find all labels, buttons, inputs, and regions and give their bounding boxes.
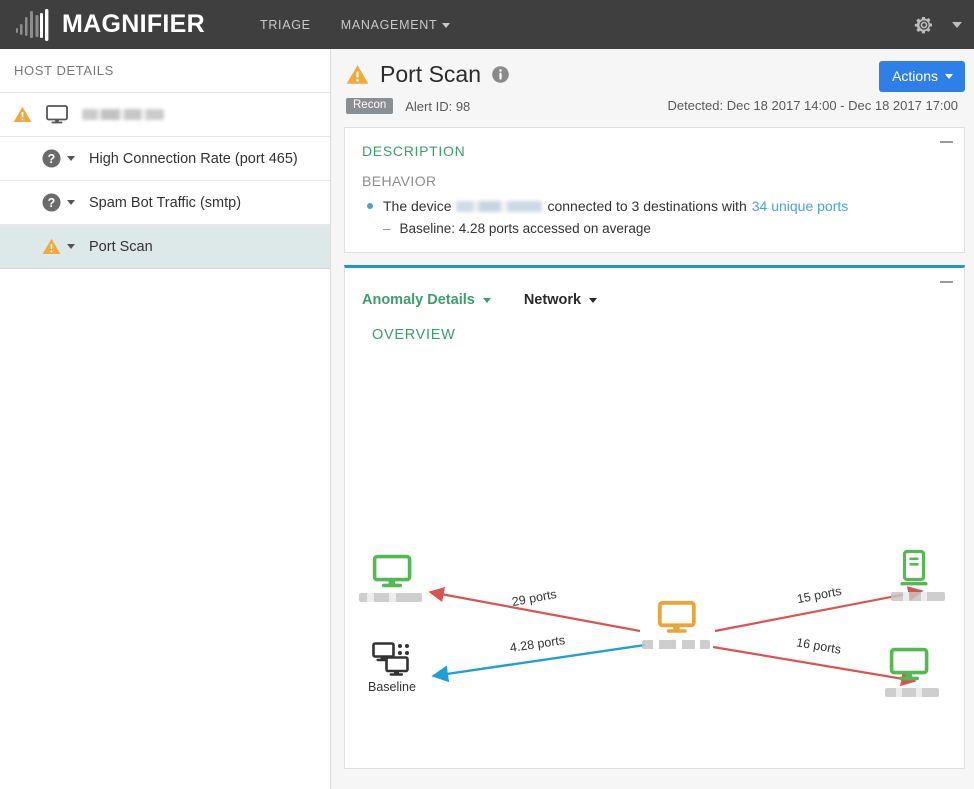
tab-network-label: Network (523, 292, 582, 308)
brand-title: MAGNIFIER (62, 10, 205, 38)
warning-triangle-icon (42, 238, 61, 255)
sidebar: HOST DETAILS ? High Connection Rate (por… (0, 49, 331, 789)
sidebar-item-high-connection-rate[interactable]: ? High Connection Rate (port 465) (0, 137, 330, 181)
nav-right-controls (914, 0, 962, 49)
chevron-down-icon[interactable] (67, 156, 75, 161)
diagram-node-dest2[interactable] (891, 549, 945, 602)
edge-source-to-dest1: 29 ports (428, 586, 641, 633)
bullet-dot-icon (367, 203, 373, 209)
unique-ports-link[interactable]: 34 unique ports (752, 198, 849, 214)
chevron-down-icon[interactable] (67, 244, 75, 249)
tab-network[interactable]: Network (523, 292, 598, 310)
svg-text:?: ? (48, 152, 56, 166)
edge-label: 16 ports (795, 635, 842, 656)
monitor-icon (46, 105, 68, 124)
info-circle-icon[interactable] (492, 66, 509, 83)
actions-button[interactable]: Actions (879, 61, 965, 92)
sidebar-item-spam-bot-traffic[interactable]: ? Spam Bot Traffic (smtp) (0, 181, 330, 225)
behavior-sub-bullet: – Baseline: 4.28 ports accessed on avera… (345, 214, 964, 236)
warning-triangle-icon (13, 106, 32, 123)
description-card-title: DESCRIPTION (362, 143, 466, 159)
edge-label: 4.28 ports (509, 633, 566, 655)
baseline-text: Baseline: 4.28 ports accessed on average (399, 221, 651, 236)
behavior-label: BEHAVIOR (362, 173, 437, 189)
description-card: DESCRIPTION BEHAVIOR The device connecte… (344, 127, 965, 253)
sidebar-header: HOST DETAILS (0, 49, 330, 93)
sub-bullet-dash: – (383, 221, 391, 236)
bullet-prefix: The device (383, 198, 452, 214)
node-label-redacted (891, 592, 945, 601)
detected-timerange: Detected: Dec 18 2017 14:00 - Dec 18 201… (667, 98, 958, 113)
bullet-middle: connected to 3 destinations with (547, 198, 747, 214)
nav-link-triage[interactable]: TRIAGE (260, 18, 311, 32)
page-meta-row: Recon Alert ID: 98 Detected: Dec 18 2017… (346, 97, 958, 115)
sidebar-host-row[interactable] (0, 93, 330, 137)
chevron-down-icon (482, 297, 491, 303)
edge-source-to-baseline: 4.28 ports (431, 633, 646, 683)
chevron-down-icon[interactable] (67, 200, 75, 205)
nav-link-management-label: MANAGEMENT (340, 17, 438, 32)
sidebar-item-label: Spam Bot Traffic (smtp) (89, 194, 242, 211)
page-title: Port Scan (380, 61, 481, 87)
main-content: Port Scan Actions Recon Alert ID: 98 Det… (332, 49, 974, 789)
minus-icon[interactable] (940, 141, 953, 143)
page-header: Port Scan Actions Recon Alert ID: 98 Det… (332, 49, 974, 115)
sidebar-item-label: High Connection Rate (port 465) (89, 150, 298, 167)
question-circle-icon: ? (42, 193, 61, 212)
chevron-down-icon (945, 73, 953, 79)
magnifier-waveform-logo-icon (16, 8, 49, 41)
nav-links: TRIAGE MANAGEMENT (260, 18, 480, 32)
page-title-row: Port Scan (346, 63, 958, 86)
baseline-node-label: Baseline (368, 680, 416, 694)
diagram-node-dest3[interactable] (885, 647, 939, 697)
diagram-node-baseline[interactable]: Baseline (368, 642, 416, 695)
tab-bar: Anomaly Details Network (345, 268, 964, 310)
host-name-redacted (82, 109, 164, 120)
tab-anomaly-details-label: Anomaly Details (362, 292, 475, 308)
tab-anomaly-details[interactable]: Anomaly Details (362, 292, 491, 310)
svg-text:?: ? (48, 196, 56, 210)
warning-triangle-icon (346, 65, 369, 84)
server-icon (900, 549, 928, 586)
diagram-node-source[interactable] (642, 600, 710, 649)
chevron-down-icon (589, 297, 598, 303)
edge-label: 29 ports (511, 587, 558, 609)
app-root: MAGNIFIER TRIAGE MANAGEMENT HOST DETAILS (0, 0, 974, 789)
multi-monitor-icon (372, 642, 409, 676)
overview-label: OVERVIEW (372, 327, 456, 343)
network-diagram: 29 ports 4.28 ports 15 ports 16 ports Ba… (345, 343, 964, 768)
status-badge: Recon (346, 97, 394, 115)
bullet-device-redacted (456, 200, 543, 212)
edge-label: 15 ports (796, 584, 843, 606)
network-diagram-svg: 29 ports 4.28 ports 15 ports 16 ports Ba… (359, 549, 945, 697)
gear-icon[interactable] (914, 15, 934, 35)
monitor-icon (889, 647, 929, 681)
edge-source-to-dest2: 15 ports (714, 584, 924, 633)
chevron-down-icon (442, 22, 451, 28)
monitor-icon (372, 554, 412, 588)
nav-link-triage-label: TRIAGE (259, 17, 311, 32)
behavior-bullet: The device connected to 3 destinations w… (345, 189, 964, 214)
user-menu-chevron-down-icon[interactable] (952, 21, 962, 28)
actions-button-label: Actions (892, 68, 938, 84)
sidebar-item-port-scan[interactable]: Port Scan (0, 225, 330, 269)
brand-logo[interactable]: MAGNIFIER (0, 0, 205, 49)
minus-icon[interactable] (940, 281, 953, 283)
alert-id-label: Alert ID: 98 (405, 98, 471, 114)
node-label-redacted (885, 688, 939, 697)
anomaly-details-card: Anomaly Details Network OVERVIEW 29 port… (344, 265, 965, 769)
top-navbar: MAGNIFIER TRIAGE MANAGEMENT (0, 0, 974, 49)
sidebar-item-label: Port Scan (89, 238, 153, 255)
monitor-icon (657, 600, 696, 633)
nav-link-management[interactable]: MANAGEMENT (341, 18, 451, 32)
question-circle-icon: ? (42, 149, 61, 168)
edge-source-to-dest3: 16 ports (712, 635, 917, 687)
diagram-node-dest1[interactable] (359, 554, 422, 602)
